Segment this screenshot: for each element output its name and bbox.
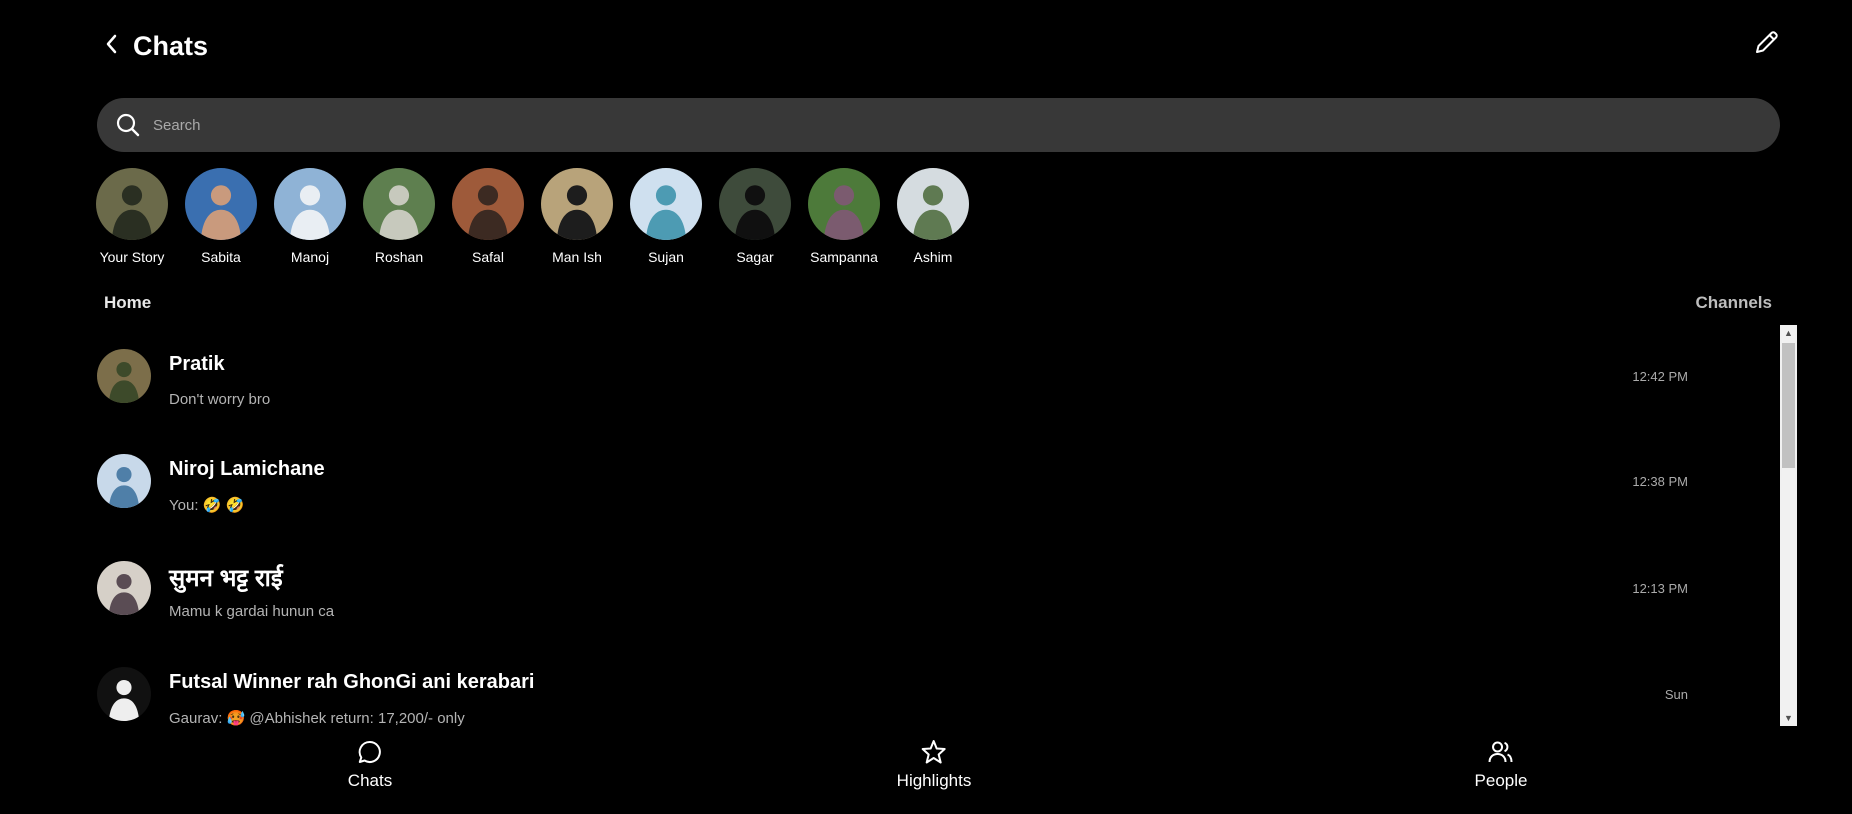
story-item[interactable]: Sabita [185, 168, 257, 265]
search-icon [115, 112, 141, 138]
chats-app: Chats Your Story Sabita Manoj Roshan Safal Ma… [0, 0, 1852, 814]
nav-people[interactable]: People [1474, 738, 1528, 791]
chat-name: Niroj Lamichane [169, 458, 325, 480]
story-item[interactable]: Sagar [719, 168, 791, 265]
scrollbar-thumb[interactable] [1782, 343, 1795, 468]
story-avatar[interactable] [274, 168, 346, 240]
section-home-label[interactable]: Home [104, 293, 151, 313]
avatar[interactable] [97, 349, 151, 403]
chat-preview: Mamu k gardai hunun ca [169, 603, 335, 620]
chat-row[interactable]: सुमन भट्ट राई Mamu k gardai hunun ca 12:13… [0, 537, 1780, 627]
chat-preview: Gaurav: 🥵 @Abhishek return: 17,200/- onl… [169, 710, 465, 727]
page-title: Chats [133, 31, 209, 61]
story-item[interactable]: Roshan [363, 168, 435, 265]
story-avatar[interactable] [541, 168, 613, 240]
nav-chats[interactable]: Chats [348, 738, 392, 791]
nav-highlights-label: Highlights [896, 771, 972, 790]
story-name: Sabita [201, 249, 241, 265]
stories-row: Your Story Sabita Manoj Roshan Safal Man Ish S… [96, 168, 969, 265]
avatar[interactable] [97, 667, 151, 721]
search-bar[interactable] [97, 98, 1780, 152]
compose-button[interactable] [1750, 27, 1782, 59]
story-name: Sagar [736, 249, 774, 265]
chevron-left-icon [106, 34, 117, 54]
chat-row[interactable]: Futsal Winner rah GhonGi ani kerabari Gau… [0, 643, 1780, 727]
scroll-down-arrow-icon[interactable]: ▼ [1780, 710, 1797, 726]
chat-name: Pratik [169, 353, 225, 375]
bottom-nav: Chats Highlights People [0, 738, 1852, 814]
nav-people-label: People [1474, 771, 1528, 790]
chat-preview: You: 🤣 🤣 [169, 497, 245, 514]
chat-bubble-icon [356, 738, 384, 766]
chat-preview: Don't worry bro [169, 391, 271, 408]
story-name: Roshan [374, 249, 424, 265]
chat-time: Sun [1664, 687, 1688, 702]
story-item[interactable]: Man Ish [541, 168, 613, 265]
star-icon [920, 738, 948, 766]
nav-chats-label: Chats [347, 771, 393, 790]
chat-list-scrollbar[interactable]: ▲ ▼ [1780, 325, 1797, 726]
story-name: Manoj [290, 249, 330, 265]
story-item[interactable]: Safal [452, 168, 524, 265]
story-avatar[interactable] [897, 168, 969, 240]
chat-list: Pratik Don't worry bro 12:42 PM Niroj Lamic… [0, 325, 1852, 727]
scroll-up-arrow-icon[interactable]: ▲ [1780, 325, 1797, 341]
story-name: Sujan [648, 249, 684, 265]
story-avatar[interactable] [96, 168, 168, 240]
pencil-icon [1756, 31, 1778, 53]
story-avatar[interactable] [719, 168, 791, 240]
section-channels-link[interactable]: Channels [1695, 293, 1772, 313]
nav-highlights[interactable]: Highlights [896, 738, 972, 791]
avatar[interactable] [97, 561, 151, 615]
chat-row[interactable]: Pratik Don't worry bro 12:42 PM [0, 325, 1780, 415]
story-name: Your Story [99, 249, 165, 265]
story-name: Safal [472, 249, 504, 265]
story-item[interactable]: Ashim [897, 168, 969, 265]
story-name: Sampanna [810, 249, 878, 265]
chat-name: सुमन भट्ट राई [169, 565, 283, 592]
back-button[interactable] [100, 30, 124, 58]
avatar[interactable] [97, 454, 151, 508]
story-item[interactable]: Your Story [96, 168, 168, 265]
story-item[interactable]: Manoj [274, 168, 346, 265]
story-avatar[interactable] [808, 168, 880, 240]
story-name: Man Ish [552, 249, 602, 265]
story-avatar[interactable] [630, 168, 702, 240]
story-avatar[interactable] [452, 168, 524, 240]
story-item[interactable]: Sujan [630, 168, 702, 265]
story-avatar[interactable] [363, 168, 435, 240]
story-avatar[interactable] [185, 168, 257, 240]
chat-time: 12:38 PM [1632, 474, 1688, 489]
chat-time: 12:13 PM [1632, 581, 1688, 596]
chat-name: Futsal Winner rah GhonGi ani kerabari [169, 671, 535, 693]
search-input[interactable] [151, 104, 1780, 146]
chat-row[interactable]: Niroj Lamichane You: 🤣 🤣 12:38 PM [0, 430, 1780, 520]
story-item[interactable]: Sampanna [808, 168, 880, 265]
story-name: Ashim [913, 249, 953, 265]
chat-time: 12:42 PM [1632, 369, 1688, 384]
people-icon [1487, 738, 1515, 766]
